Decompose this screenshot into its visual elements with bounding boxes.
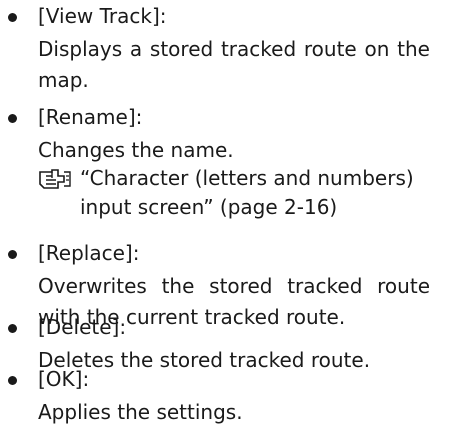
page-reference-text: “Character (letters and numbers) input s… — [80, 166, 414, 219]
option-label: [Replace]: — [38, 241, 140, 265]
option-description: Applies the settings. — [38, 400, 243, 424]
option-description: Displays a stored tracked route on the m… — [38, 37, 430, 92]
bullet-icon — [8, 324, 17, 333]
option-description: Changes the name. — [38, 138, 234, 162]
pointing-hand-book-icon — [38, 166, 72, 192]
bullet-icon — [8, 13, 17, 22]
bullet-icon — [8, 114, 17, 123]
bullet-icon — [8, 376, 17, 385]
option-label: [Rename]: — [38, 105, 143, 129]
option-label: [View Track]: — [38, 4, 167, 28]
bullet-icon — [8, 250, 17, 259]
option-label: [Delete]: — [38, 315, 127, 339]
option-description: Deletes the stored tracked route. — [38, 348, 371, 372]
option-label: [OK]: — [38, 367, 90, 391]
